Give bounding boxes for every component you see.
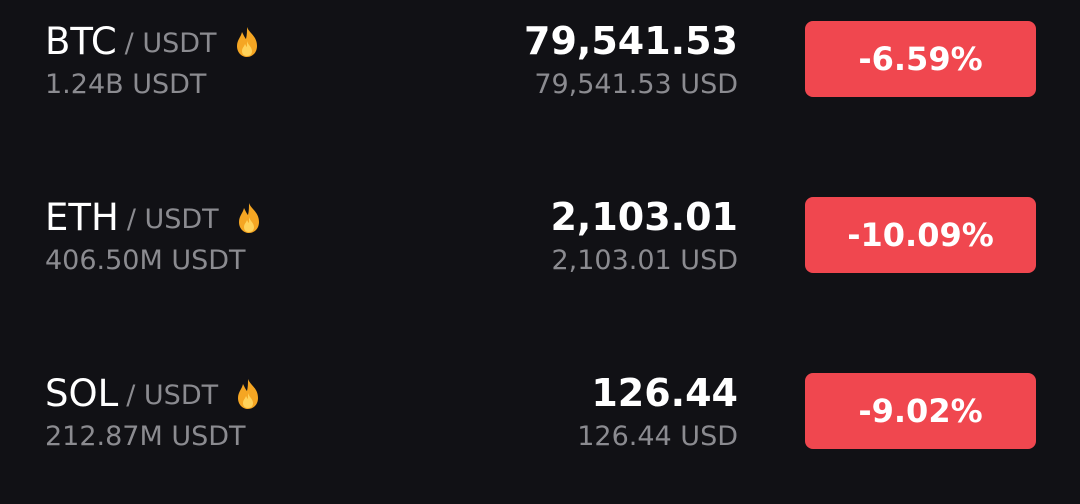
volume-text: 406.50M USDT — [45, 245, 246, 276]
market-row-sol[interactable]: SOL / USDT 212.87M USDT 126.44 126.44 US… — [0, 367, 1080, 467]
change-badge[interactable]: -6.59% — [805, 21, 1036, 97]
volume-text: 1.24B USDT — [45, 69, 207, 100]
base-asset: BTC — [45, 19, 117, 63]
base-asset: ETH — [45, 195, 119, 239]
fire-icon — [234, 378, 262, 410]
market-row-eth[interactable]: ETH / USDT 406.50M USDT 2,103.01 2,103.0… — [0, 191, 1080, 291]
change-badge[interactable]: -10.09% — [805, 197, 1036, 273]
base-asset: SOL — [45, 371, 119, 415]
volume-text: 212.87M USDT — [45, 421, 246, 452]
quote-asset: / USDT — [126, 203, 219, 235]
fire-icon — [235, 202, 263, 234]
fiat-price: 126.44 USD — [577, 421, 738, 452]
pair-name: ETH / USDT — [45, 191, 263, 243]
last-price: 2,103.01 — [550, 195, 738, 239]
market-list: BTC / USDT 1.24B USDT 79,541.53 79,541.5… — [0, 0, 1080, 504]
pair-name: SOL / USDT — [45, 367, 262, 419]
last-price: 126.44 — [591, 371, 738, 415]
last-price: 79,541.53 — [524, 19, 738, 63]
pair-name: BTC / USDT — [45, 15, 261, 67]
quote-asset: / USDT — [124, 27, 217, 59]
market-row-btc[interactable]: BTC / USDT 1.24B USDT 79,541.53 79,541.5… — [0, 15, 1080, 115]
fiat-price: 2,103.01 USD — [551, 245, 738, 276]
quote-asset: / USDT — [126, 379, 219, 411]
fire-icon — [233, 26, 261, 58]
change-badge[interactable]: -9.02% — [805, 373, 1036, 449]
fiat-price: 79,541.53 USD — [534, 69, 738, 100]
